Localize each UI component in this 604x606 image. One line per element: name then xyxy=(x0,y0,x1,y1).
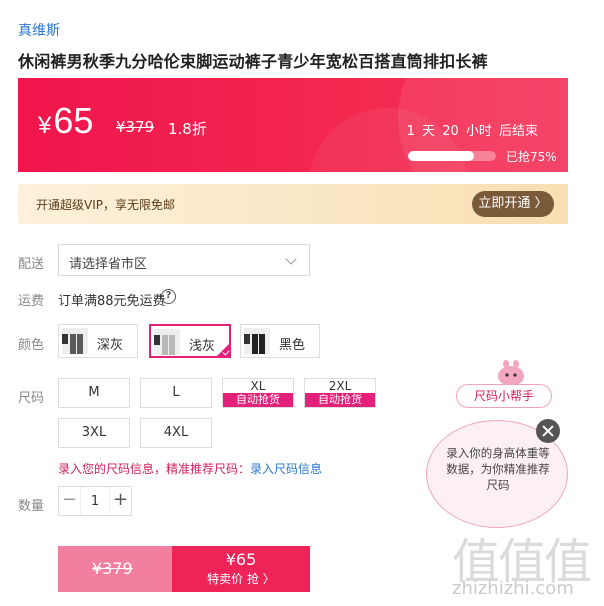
color-label: 颜色 xyxy=(18,338,45,353)
size-option-4xl[interactable]: 4XL xyxy=(140,418,212,448)
sold-progress-bar xyxy=(408,151,496,161)
brand-name[interactable]: 真维斯 xyxy=(18,20,60,40)
quantity-minus-button[interactable]: − xyxy=(59,487,81,515)
color-swatch xyxy=(70,334,76,354)
size-option-m[interactable]: M xyxy=(58,378,130,408)
color-swatch-tag xyxy=(244,334,250,344)
selected-check-icon xyxy=(215,342,231,358)
vip-bar: 开通超级VIP，享无限免邮 立即开通 〉 xyxy=(18,184,568,224)
color-thumbnail xyxy=(154,329,180,355)
quantity-value[interactable]: 1 xyxy=(81,494,109,509)
color-swatch-tag xyxy=(154,335,160,345)
buy-price: ¥65 xyxy=(225,550,257,569)
countdown-timer: 1 天 20 小时 后结束 xyxy=(406,124,538,139)
color-swatch xyxy=(259,334,265,354)
shipping-label: 运费 xyxy=(18,294,45,309)
size-hint: 录入您的尺码信息，精准推荐尺码：录入尺码信息 xyxy=(58,460,322,477)
quantity-stepper: − 1 + xyxy=(58,486,132,516)
auto-grab-badge: 自动抢货 xyxy=(223,393,293,407)
region-select-value: 请选择省市区 xyxy=(69,257,148,272)
current-price: ¥65 xyxy=(38,100,93,142)
currency-symbol: ¥ xyxy=(38,112,52,139)
size-helper-text: 录入你的身高体重等数据，为你精准推荐尺码 xyxy=(446,446,550,492)
buy-action-label: 特卖价 抢 〉 xyxy=(207,572,275,586)
color-option-dark-grey[interactable]: 深灰 xyxy=(58,324,138,358)
quantity-label: 数量 xyxy=(18,499,45,514)
watermark-domain: zhizhizhi.com xyxy=(452,578,574,599)
discount-label: 1.8折 xyxy=(168,120,207,138)
color-option-label: 黑色 xyxy=(279,338,306,353)
color-option-label: 浅灰 xyxy=(189,339,216,354)
size-option-label: 2XL xyxy=(328,379,352,393)
size-option-xl[interactable]: XL 自动抢货 xyxy=(222,378,294,408)
color-swatch xyxy=(252,334,258,354)
size-option-label: L xyxy=(172,385,180,400)
size-label: 尺码 xyxy=(18,391,45,406)
size-option-label: XL xyxy=(250,379,266,393)
help-icon[interactable]: ? xyxy=(161,289,176,304)
sold-progress-fill xyxy=(408,151,474,161)
buy-now-button[interactable]: ¥65 特卖价 抢 〉 xyxy=(172,546,310,592)
shipping-text: 订单满88元免运费 xyxy=(58,294,166,309)
color-option-label: 深灰 xyxy=(97,338,124,353)
close-icon[interactable] xyxy=(536,419,560,443)
original-price-label: ¥379 xyxy=(92,559,133,578)
size-option-label: 4XL xyxy=(163,425,189,440)
size-option-2xl[interactable]: 2XL 自动抢货 xyxy=(304,378,376,408)
chevron-down-icon xyxy=(285,253,297,265)
size-option-label: 3XL xyxy=(81,425,107,440)
size-option-3xl[interactable]: 3XL xyxy=(58,418,130,448)
vip-open-button[interactable]: 立即开通 〉 xyxy=(472,191,554,217)
color-swatch xyxy=(77,334,83,354)
size-hint-text: 录入您的尺码信息，精准推荐尺码： xyxy=(58,462,251,476)
price-value: 65 xyxy=(53,100,94,141)
original-price: ¥379 xyxy=(116,118,155,136)
region-select[interactable]: 请选择省市区 xyxy=(58,244,310,276)
size-option-label: M xyxy=(88,385,100,400)
sold-percent-text: 已抢75% xyxy=(506,150,557,164)
original-price-button[interactable]: ¥379 xyxy=(58,546,172,592)
color-swatch xyxy=(169,335,175,355)
product-title: 休闲裤男秋季九分哈伦束脚运动裤子青少年宽松百搭直筒排扣长裤 xyxy=(18,52,488,71)
auto-grab-badge: 自动抢货 xyxy=(305,393,375,407)
color-swatch xyxy=(162,335,168,355)
mascot-icon xyxy=(498,360,524,386)
quantity-plus-button[interactable]: + xyxy=(109,487,131,515)
color-thumbnail xyxy=(244,328,270,354)
size-helper-button[interactable]: 尺码小帮手 xyxy=(456,384,552,408)
size-option-l[interactable]: L xyxy=(140,378,212,408)
price-banner: ¥65 ¥379 1.8折 1 天 20 小时 后结束 已抢75% xyxy=(18,78,568,172)
vip-promo-text: 开通超级VIP，享无限免邮 xyxy=(36,198,175,212)
color-option-light-grey[interactable]: 浅灰 xyxy=(149,324,231,358)
size-entry-link[interactable]: 录入尺码信息 xyxy=(250,462,322,476)
color-option-black[interactable]: 黑色 xyxy=(240,324,320,358)
color-swatch-tag xyxy=(62,334,68,344)
delivery-label: 配送 xyxy=(18,257,45,272)
color-thumbnail xyxy=(62,328,88,354)
